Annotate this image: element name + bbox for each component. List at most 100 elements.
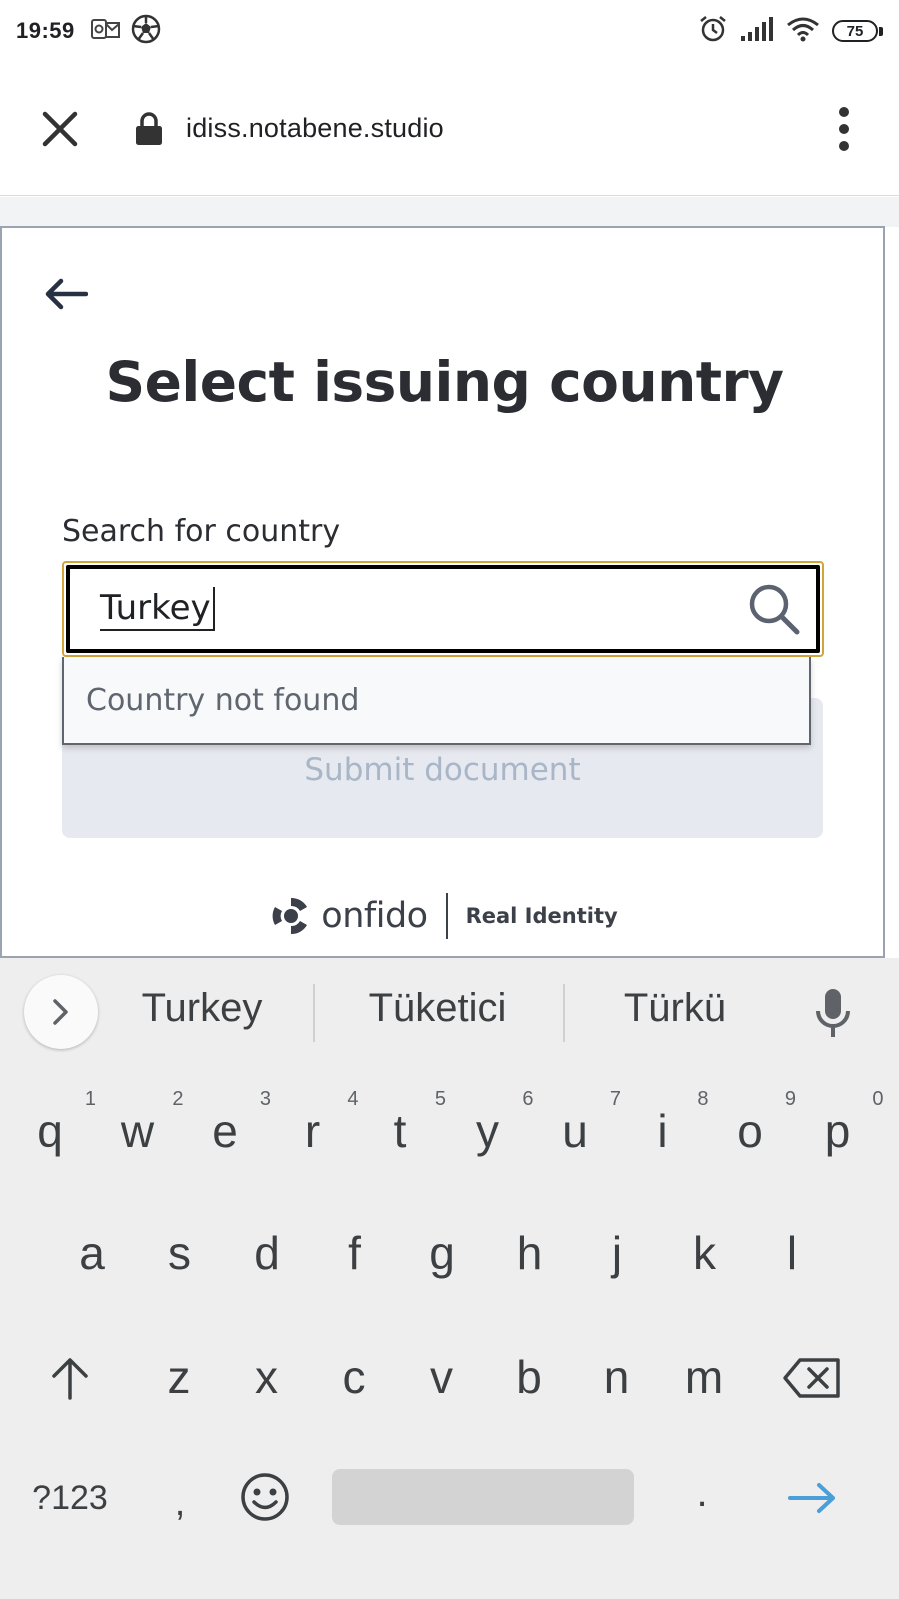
key-u[interactable]: u7 bbox=[533, 1086, 621, 1176]
battery-level: 75 bbox=[832, 20, 878, 42]
key-x[interactable]: x bbox=[225, 1332, 309, 1422]
key-q[interactable]: q1 bbox=[8, 1086, 96, 1176]
status-time: 19:59 bbox=[16, 18, 75, 43]
search-results-dropdown: Country not found bbox=[62, 657, 811, 745]
key-i[interactable]: i8 bbox=[621, 1086, 709, 1176]
footer-tagline: Real Identity bbox=[465, 904, 618, 928]
shift-key[interactable] bbox=[30, 1340, 110, 1416]
key-h[interactable]: h bbox=[488, 1208, 572, 1298]
search-input[interactable]: Turkey bbox=[66, 565, 820, 653]
close-tab-button[interactable] bbox=[0, 62, 120, 196]
key-b[interactable]: b bbox=[487, 1332, 571, 1422]
key-m[interactable]: m bbox=[662, 1332, 746, 1422]
arrow-right-icon bbox=[788, 1483, 835, 1513]
backspace-icon bbox=[783, 1358, 840, 1398]
microphone-button[interactable] bbox=[808, 986, 858, 1040]
submit-label: Submit document bbox=[304, 752, 581, 788]
search-label: Search for country bbox=[62, 514, 341, 549]
key-e[interactable]: e3 bbox=[183, 1086, 271, 1176]
outlook-icon bbox=[90, 17, 121, 46]
smiley-icon bbox=[241, 1473, 289, 1521]
back-button[interactable] bbox=[40, 272, 92, 316]
key-k[interactable]: k bbox=[663, 1208, 747, 1298]
status-bar: 19:59 75 bbox=[0, 0, 899, 62]
key-r[interactable]: r4 bbox=[271, 1086, 359, 1176]
emoji-key[interactable] bbox=[230, 1462, 300, 1532]
key-number-hint: 3 bbox=[259, 1088, 271, 1110]
no-results-message: Country not found bbox=[86, 682, 360, 718]
browser-menu-button[interactable] bbox=[789, 62, 899, 196]
key-number-hint: 5 bbox=[434, 1088, 446, 1110]
key-number-hint: 6 bbox=[522, 1088, 534, 1110]
key-n[interactable]: n bbox=[575, 1332, 659, 1422]
expand-toolbar-button[interactable] bbox=[24, 975, 98, 1049]
lock-icon[interactable] bbox=[134, 111, 164, 147]
key-label: t bbox=[393, 1105, 407, 1157]
suggestion-3[interactable]: Türkü bbox=[590, 986, 760, 1031]
enter-key[interactable] bbox=[770, 1466, 854, 1530]
document-card: Select issuing country Search for countr… bbox=[0, 226, 885, 958]
footer: onfido Real Identity bbox=[2, 888, 887, 944]
suggestion-bar: Turkey Tüketici Türkü bbox=[0, 958, 899, 1066]
key-g[interactable]: g bbox=[400, 1208, 484, 1298]
key-l[interactable]: l bbox=[750, 1208, 834, 1298]
key-number-hint: 4 bbox=[347, 1088, 359, 1110]
key-w[interactable]: w2 bbox=[96, 1086, 184, 1176]
search-icon bbox=[746, 581, 802, 637]
key-d[interactable]: d bbox=[225, 1208, 309, 1298]
browser-toolbar: idiss.notabene.studio bbox=[0, 62, 899, 196]
key-t[interactable]: t5 bbox=[358, 1086, 446, 1176]
key-label: w bbox=[120, 1105, 155, 1157]
key-label: q bbox=[37, 1105, 63, 1157]
key-number-hint: 8 bbox=[697, 1088, 709, 1110]
key-v[interactable]: v bbox=[400, 1332, 484, 1422]
more-vert-icon bbox=[839, 106, 849, 151]
key-label: r bbox=[304, 1105, 321, 1157]
shift-arrow-icon bbox=[52, 1358, 88, 1400]
microphone-icon bbox=[816, 989, 850, 1037]
arrow-left-icon bbox=[45, 278, 88, 310]
key-label: i bbox=[657, 1105, 668, 1157]
wifi-icon bbox=[786, 16, 820, 47]
signal-icon bbox=[740, 16, 774, 47]
backspace-key[interactable] bbox=[770, 1340, 854, 1416]
page-gutter bbox=[0, 197, 899, 227]
close-icon bbox=[42, 111, 78, 146]
key-o[interactable]: o9 bbox=[708, 1086, 796, 1176]
suggestion-1[interactable]: Turkey bbox=[122, 986, 282, 1031]
footer-divider bbox=[445, 893, 448, 939]
footer-brand: onfido bbox=[321, 896, 428, 936]
key-label: u bbox=[562, 1105, 588, 1157]
period-key[interactable]: . bbox=[672, 1458, 732, 1528]
key-j[interactable]: j bbox=[575, 1208, 659, 1298]
key-number-hint: 7 bbox=[609, 1088, 621, 1110]
url-text[interactable]: idiss.notabene.studio bbox=[186, 113, 444, 144]
key-label: o bbox=[737, 1105, 763, 1157]
key-z[interactable]: z bbox=[137, 1332, 221, 1422]
key-number-hint: 0 bbox=[872, 1088, 884, 1110]
key-label: p bbox=[824, 1105, 851, 1157]
chevron-right-icon bbox=[53, 999, 68, 1025]
page-title: Select issuing country bbox=[105, 350, 784, 414]
key-c[interactable]: c bbox=[312, 1332, 396, 1422]
alarm-icon bbox=[698, 14, 728, 49]
key-p[interactable]: p0 bbox=[796, 1086, 884, 1176]
key-s[interactable]: s bbox=[138, 1208, 222, 1298]
symbols-key[interactable]: ?123 bbox=[22, 1468, 118, 1528]
key-number-hint: 2 bbox=[172, 1088, 184, 1110]
soft-keyboard: Turkey Tüketici Türkü q1w2e3r4t5y6u7i8o9… bbox=[0, 958, 899, 1599]
key-f[interactable]: f bbox=[313, 1208, 397, 1298]
key-a[interactable]: a bbox=[50, 1208, 134, 1298]
key-y[interactable]: y6 bbox=[446, 1086, 534, 1176]
comma-key[interactable]: , bbox=[150, 1468, 210, 1538]
space-key[interactable] bbox=[332, 1469, 634, 1525]
onfido-logo: onfido bbox=[271, 896, 428, 936]
key-label: e bbox=[212, 1105, 238, 1157]
battery-icon: 75 bbox=[832, 20, 883, 42]
suggestion-2[interactable]: Tüketici bbox=[340, 986, 535, 1031]
key-number-hint: 1 bbox=[84, 1088, 96, 1110]
onfido-mark-icon bbox=[272, 897, 308, 935]
search-field-focus-ring: Turkey bbox=[62, 561, 824, 657]
search-input-value[interactable]: Turkey bbox=[100, 587, 215, 631]
soccer-ball-icon bbox=[131, 14, 161, 49]
